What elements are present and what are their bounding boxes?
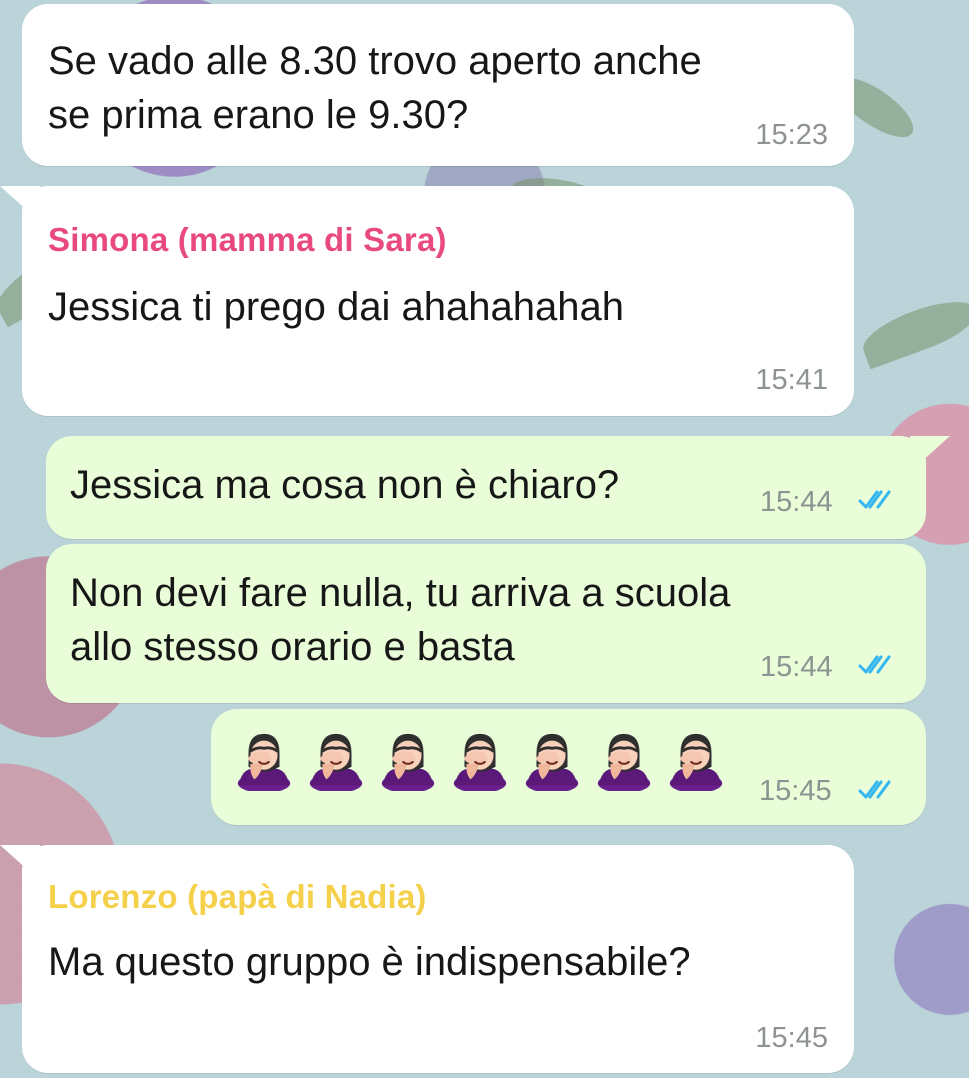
woman-facepalming-icon bbox=[237, 733, 291, 791]
outgoing-message-bubble[interactable]: Non devi fare nulla, tu arriva a scuola … bbox=[46, 544, 926, 703]
incoming-message-bubble[interactable]: Se vado alle 8.30 trovo aperto anche se … bbox=[22, 4, 854, 166]
message-text: Ma questo gruppo è indispensabile? bbox=[48, 940, 691, 984]
message-time: 15:45 bbox=[759, 775, 832, 807]
bubble-tail bbox=[0, 845, 40, 881]
message-time: 15:23 bbox=[755, 119, 828, 151]
sender-name[interactable]: Simona (mamma di Sara) bbox=[48, 221, 447, 259]
bubble-tail bbox=[910, 436, 950, 472]
woman-facepalming-icon bbox=[525, 733, 579, 791]
double-check-icon bbox=[858, 490, 891, 509]
incoming-message-bubble[interactable]: Simona (mamma di Sara) Jessica ti prego … bbox=[0, 186, 854, 416]
woman-facepalming-icon bbox=[597, 733, 651, 791]
woman-facepalming-icon bbox=[453, 733, 507, 791]
double-check-icon bbox=[858, 780, 891, 799]
message-text: Jessica ti prego dai ahahahahah bbox=[48, 285, 624, 329]
sender-name[interactable]: Lorenzo (papà di Nadia) bbox=[48, 878, 427, 916]
message-time: 15:41 bbox=[755, 364, 828, 396]
outgoing-message-bubble[interactable]: Jessica ma cosa non è chiaro? 15:44 bbox=[46, 436, 950, 539]
message-time: 15:44 bbox=[760, 651, 833, 683]
message-time: 15:45 bbox=[755, 1022, 828, 1054]
woman-facepalming-icon bbox=[381, 733, 435, 791]
bubble-tail bbox=[0, 186, 40, 222]
woman-facepalming-icon bbox=[669, 733, 723, 791]
chat-message-list[interactable]: Se vado alle 8.30 trovo aperto anche se … bbox=[0, 0, 969, 1078]
incoming-message-bubble[interactable]: Lorenzo (papà di Nadia) Ma questo gruppo… bbox=[0, 845, 854, 1073]
emoji-message bbox=[233, 729, 753, 799]
outgoing-message-bubble[interactable]: 15:45 bbox=[211, 709, 926, 825]
double-check-icon bbox=[858, 655, 891, 674]
message-time: 15:44 bbox=[760, 486, 833, 518]
woman-facepalming-icon bbox=[309, 733, 363, 791]
message-text: Se vado alle 8.30 trovo aperto anche se … bbox=[48, 39, 702, 137]
